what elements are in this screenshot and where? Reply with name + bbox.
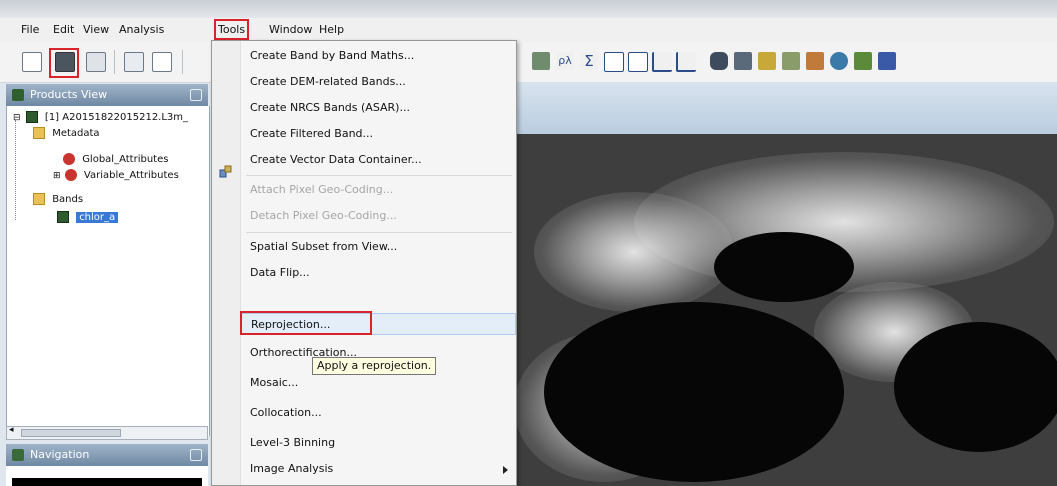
tools-dropdown-menu: Create Band by Band Maths... Create DEM-… [211, 40, 517, 486]
products-view-header: Products View [6, 84, 208, 106]
menu-item-data-flip[interactable]: Data Flip... [240, 262, 516, 284]
globe-icon[interactable] [854, 52, 872, 70]
ocean-dark-region [544, 302, 844, 482]
tree-label-variable-attributes: Variable_Attributes [83, 170, 179, 181]
ocean-dark-region [714, 232, 854, 302]
ocean-dark-region [894, 322, 1057, 452]
folder-icon [33, 127, 45, 139]
menu-help[interactable]: Help [316, 21, 347, 38]
menu-item-dem-bands[interactable]: Create DEM-related Bands... [240, 71, 516, 93]
menu-analysis[interactable]: Analysis [116, 21, 167, 38]
properties-icon[interactable] [124, 52, 144, 72]
menu-tools[interactable]: Tools [214, 19, 250, 40]
navigation-preview [12, 478, 202, 486]
panel-pin-icon[interactable] [190, 449, 202, 461]
menu-item-nrcs-bands[interactable]: Create NRCS Bands (ASAR)... [240, 97, 516, 119]
new-product-icon[interactable] [22, 52, 42, 72]
menu-window[interactable]: Window [266, 21, 315, 38]
navigation-body [6, 466, 208, 486]
menu-item-attach-geocoding: Attach Pixel Geo-Coding... [250, 183, 394, 196]
main-toolbar: ρλ Σ [0, 42, 1057, 83]
window-top-strip [0, 0, 1057, 18]
chart-icon[interactable] [878, 52, 896, 70]
tree-label-bands: Bands [52, 194, 84, 205]
submenu-arrow-icon [503, 466, 508, 474]
menu-item-band-maths[interactable]: Create Band by Band Maths... [240, 45, 516, 67]
table-icon[interactable] [734, 52, 752, 70]
stars-icon[interactable] [758, 52, 776, 70]
band-icon [57, 211, 69, 223]
metadata-element-icon [64, 169, 77, 181]
spectrum-icon[interactable]: ρλ [556, 52, 574, 70]
panel-pin-icon[interactable] [190, 89, 202, 101]
navigation-header: Navigation [6, 444, 208, 466]
menu-separator [246, 175, 512, 176]
gear-cluster-icon[interactable] [782, 52, 800, 70]
metadata-element-icon [63, 153, 75, 165]
scroll-left-icon[interactable]: ◂ [9, 425, 14, 435]
tree-node-chlor-a[interactable]: chlor_a [57, 210, 119, 226]
image-view-header [514, 82, 1057, 134]
menu-item-level3-binning[interactable]: Level-3 Binning [240, 432, 516, 454]
menu-item-collocation[interactable]: Collocation... [240, 402, 516, 424]
scrollbar-thumb[interactable] [21, 429, 121, 437]
expand-icon[interactable]: ⊞ [53, 171, 61, 181]
layers-icon[interactable] [806, 52, 824, 70]
database-icon[interactable] [710, 52, 728, 70]
tree-guide-line [15, 120, 16, 220]
image-view[interactable] [514, 82, 1057, 486]
tree-node-variable-attributes[interactable]: ⊞ Variable_Attributes [53, 168, 179, 184]
scatter-icon[interactable] [628, 52, 648, 72]
menu-view[interactable]: View [80, 21, 112, 38]
tree-node-bands[interactable]: Bands [33, 192, 83, 208]
pixel-info-icon[interactable] [532, 52, 550, 70]
products-tree: ⊟ [1] A20151822015212.L3m_ Metadata Glob… [6, 106, 210, 436]
menu-icon-gutter [212, 41, 241, 485]
tree-node-global-attributes[interactable]: Global_Attributes [63, 152, 168, 168]
navigation-title: Navigation [30, 448, 90, 461]
menu-item-detach-geocoding: Detach Pixel Geo-Coding... [250, 209, 397, 222]
sum-icon[interactable]: Σ [580, 52, 598, 70]
collapse-icon[interactable]: ⊟ [13, 113, 21, 123]
save-product-icon[interactable] [86, 52, 106, 72]
menu-item-image-analysis[interactable]: Image Analysis [240, 458, 516, 480]
menu-item-filtered-band[interactable]: Create Filtered Band... [240, 123, 516, 145]
vector-container-icon [219, 165, 233, 179]
products-view-title: Products View [30, 88, 108, 101]
reprojection-highlight [240, 311, 372, 335]
menu-item-vector-container[interactable]: Create Vector Data Container... [240, 149, 516, 171]
menu-separator [246, 232, 512, 233]
tree-label-chlor-a: chlor_a [76, 212, 119, 223]
tree-node-product[interactable]: ⊟ [1] A20151822015212.L3m_ [13, 110, 188, 126]
menubar: File Edit View Analysis Tools Window Hel… [0, 18, 1057, 42]
tree-label-product: [1] A20151822015212.L3m_ [44, 112, 189, 123]
toolbar-separator [114, 50, 115, 74]
product-icon [25, 111, 38, 123]
tree-label-metadata: Metadata [52, 128, 100, 139]
tree-label-global-attributes: Global_Attributes [82, 154, 169, 165]
time-series-icon[interactable] [676, 52, 696, 72]
toolbar-separator [182, 50, 183, 74]
menu-item-spatial-subset[interactable]: Spatial Subset from View... [240, 236, 516, 258]
user-icon[interactable] [830, 52, 848, 70]
land-bright-region [534, 192, 734, 312]
products-view-icon [12, 89, 24, 101]
tree-node-metadata[interactable]: Metadata [33, 126, 100, 142]
navigation-icon [12, 449, 24, 461]
products-horizontal-scrollbar[interactable]: ◂ [6, 425, 208, 440]
menu-file[interactable]: File [18, 21, 42, 38]
open-product-highlight [49, 48, 79, 78]
menu-item-mosaic[interactable]: Mosaic... [240, 372, 516, 394]
profile-icon[interactable] [652, 52, 672, 72]
histogram-icon[interactable] [604, 52, 624, 72]
menu-edit[interactable]: Edit [50, 21, 77, 38]
tooltip: Apply a reprojection. [312, 357, 437, 375]
menu-item-image-analysis-label: Image Analysis [250, 462, 334, 475]
folder-icon [33, 193, 45, 205]
export-icon[interactable] [152, 52, 172, 72]
